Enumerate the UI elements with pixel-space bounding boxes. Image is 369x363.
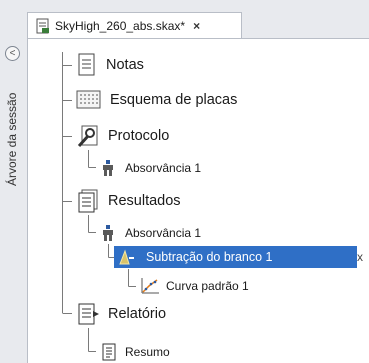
tree-item-resumo[interactable]: Resumo [101,343,170,361]
row-trailing-marker: x [357,250,363,264]
plate-layout-icon [76,90,101,109]
tree-item-notas[interactable]: Notas [76,53,144,77]
notes-icon [78,53,95,76]
tree-item-label: Absorvância 1 [125,161,202,175]
tree-item-curva-padrao[interactable]: Curva padrão 1 [140,277,249,295]
absorbance-step-icon [103,160,113,176]
summary-icon [102,343,116,361]
tree-item-label: Resultados [108,193,181,209]
absorbance-step-icon [103,225,113,241]
wrench-icon [77,125,98,148]
tree-item-resultados-absorvancia[interactable]: Absorvância 1 [101,224,201,242]
tree-item-label: Esquema de placas [110,92,238,108]
tree-item-subtracao-do-branco[interactable]: Subtração do branco 1 [118,248,272,266]
results-icon [78,189,98,213]
tree-item-resultados[interactable]: Resultados [76,189,181,213]
tree-item-esquema-de-placas[interactable]: Esquema de placas [76,89,237,111]
tree-item-label: Relatório [108,306,167,322]
tree-item-label: Resumo [125,345,170,359]
tree-connectors [62,52,136,352]
tree-item-label: Protocolo [108,128,170,144]
tree-item-label: Notas [106,57,144,73]
blank-subtraction-icon [119,249,134,265]
report-icon [78,303,99,325]
tree-item-protocolo[interactable]: Protocolo [76,124,169,148]
tree-item-protocolo-absorvancia[interactable]: Absorvância 1 [101,159,201,177]
tree-item-label: Curva padrão 1 [166,279,249,293]
tree-item-label: Absorvância 1 [125,226,202,240]
tree-item-relatorio[interactable]: Relatório [76,302,166,326]
tree-item-label: Subtração do branco 1 [146,250,273,264]
standard-curve-icon [141,278,159,294]
